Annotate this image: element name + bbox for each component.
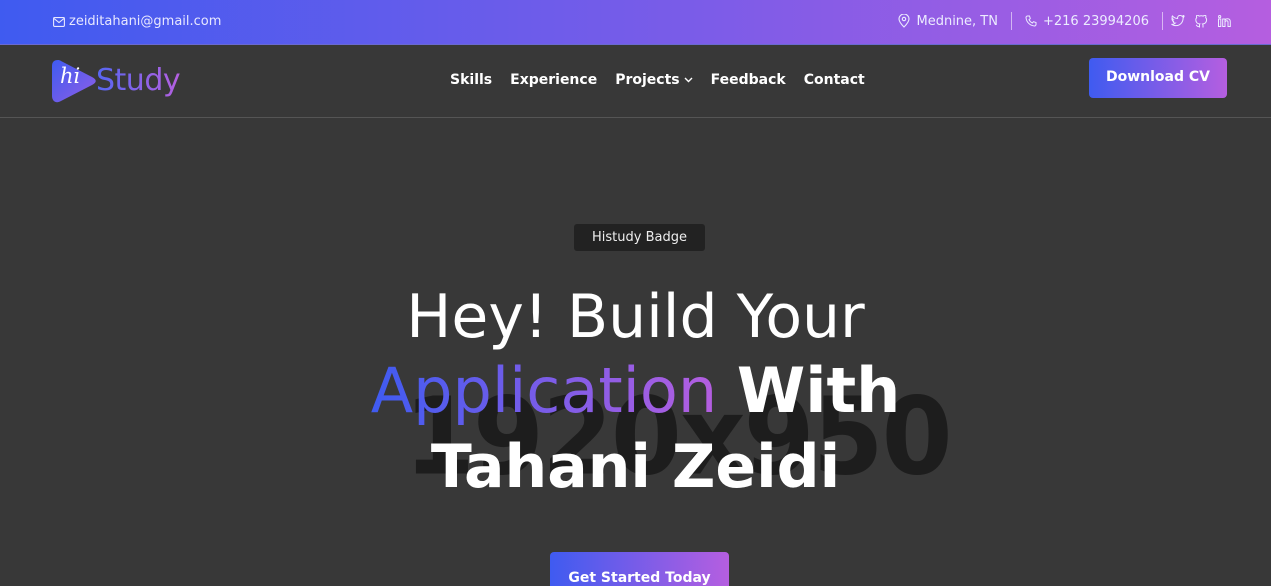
- get-started-button[interactable]: Get Started Today: [550, 552, 729, 586]
- phone-text: +216 23994206: [1042, 13, 1149, 29]
- logo-text: Study: [96, 62, 181, 98]
- nav-item-projects-label: Projects: [615, 72, 680, 88]
- logo-play-icon: hi: [52, 58, 96, 103]
- top-contact-bar: zeiditahani@gmail.com Mednine, TN +216 2…: [0, 0, 1271, 45]
- topbar-right: Mednine, TN +216 23994206: [898, 12, 1231, 30]
- email-text: zeiditahani@gmail.com: [69, 14, 222, 29]
- hero-title-highlight: Application: [370, 354, 718, 427]
- github-icon[interactable]: [1195, 14, 1208, 28]
- download-cv-button[interactable]: Download CV: [1089, 58, 1227, 98]
- nav-item-projects[interactable]: Projects: [615, 72, 693, 88]
- map-pin-icon: [898, 14, 911, 28]
- hero-badge: Histudy Badge: [574, 224, 705, 251]
- nav-item-skills[interactable]: Skills: [450, 72, 492, 88]
- logo-mark-text: hi: [60, 64, 81, 88]
- divider: [1162, 12, 1163, 30]
- hero-title-with: With: [736, 354, 901, 427]
- linkedin-icon[interactable]: [1218, 15, 1231, 27]
- social-links: [1171, 14, 1231, 28]
- nav-item-experience[interactable]: Experience: [510, 72, 597, 88]
- nav-item-feedback[interactable]: Feedback: [711, 72, 786, 88]
- hero-title-name: Tahani Zeidi: [430, 432, 841, 502]
- mail-icon: [53, 16, 65, 27]
- nav-item-contact[interactable]: Contact: [804, 72, 865, 88]
- hero-title-line-1: Hey! Build Your: [406, 282, 865, 352]
- twitter-icon[interactable]: [1171, 15, 1185, 27]
- brand-logo[interactable]: hi Study: [52, 58, 181, 103]
- location-text: Mednine, TN: [916, 13, 998, 29]
- nav-menu: Skills Experience Projects Feedback Cont…: [450, 72, 865, 88]
- main-navbar: hi Study Skills Experience Projects Feed…: [0, 45, 1271, 118]
- divider: [1010, 12, 1012, 30]
- location-info: Mednine, TN: [898, 14, 998, 29]
- email-link[interactable]: zeiditahani@gmail.com: [53, 14, 221, 29]
- hero-title-line-2: Application With: [0, 360, 1271, 422]
- chevron-down-icon: [684, 77, 693, 83]
- phone-icon: [1025, 15, 1037, 27]
- phone-link[interactable]: +216 23994206: [1025, 14, 1149, 29]
